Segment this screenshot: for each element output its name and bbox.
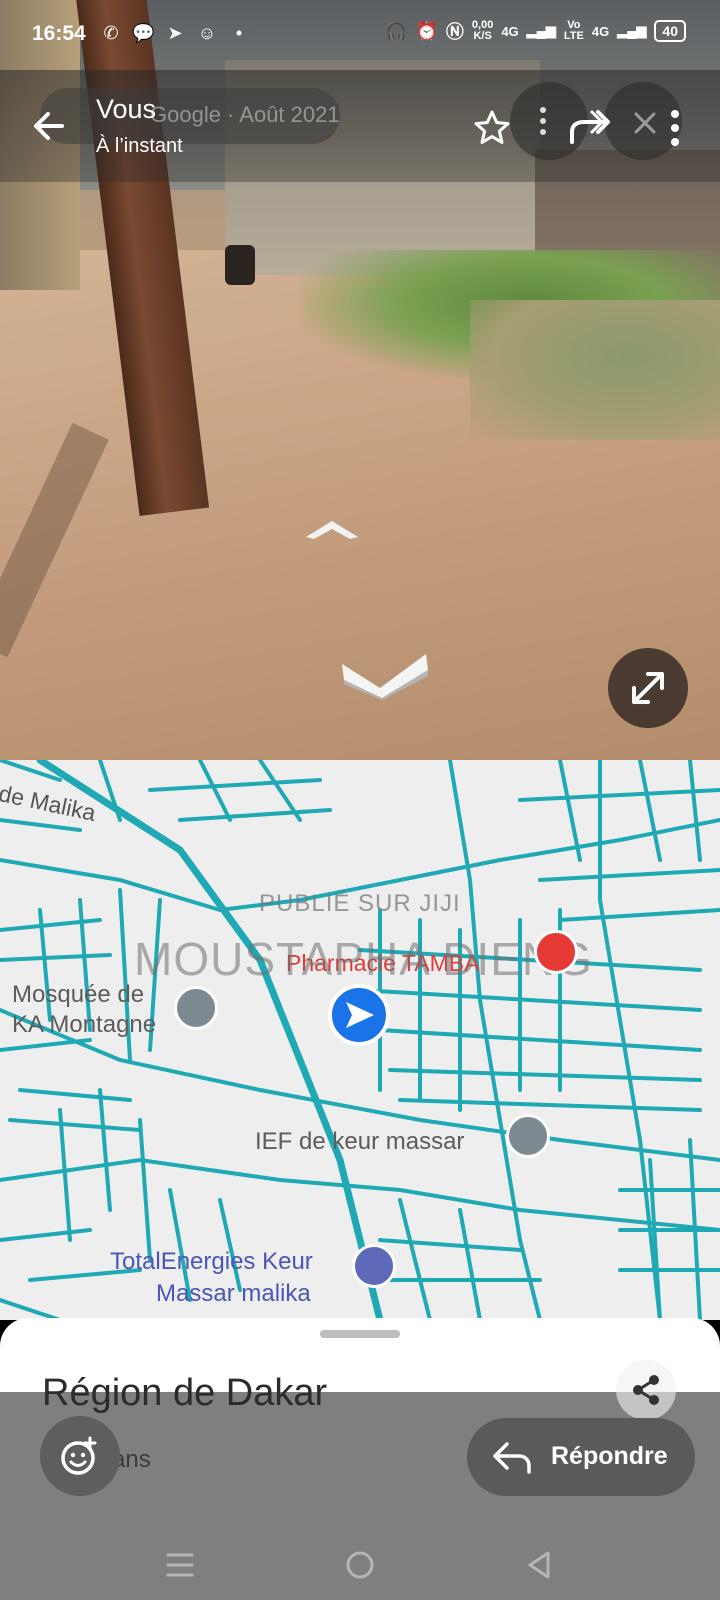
network-4g-2: 4G [591, 23, 610, 39]
watermark-name: MOUSTAPHA DIENG [134, 933, 593, 985]
volte: Vo LTE [563, 19, 584, 42]
battery-indicator: 40 [654, 20, 686, 42]
fullscreen-button[interactable] [608, 648, 688, 728]
expand-icon [632, 672, 664, 704]
sheet-drag-handle[interactable] [320, 1330, 400, 1338]
star-icon[interactable] [472, 108, 512, 148]
school-pin-icon[interactable] [506, 1114, 550, 1158]
puddle [470, 300, 720, 440]
current-location-icon[interactable] [328, 984, 390, 1046]
mosque-pin-icon[interactable] [174, 986, 218, 1030]
motorcycle [225, 245, 255, 285]
fuel-pin-icon[interactable] [352, 1244, 396, 1288]
share-button[interactable] [616, 1360, 676, 1420]
status-time: 16:54 [32, 22, 86, 45]
headphones-icon: 🎧 [385, 20, 408, 41]
navigate-forward-arrow[interactable] [304, 517, 360, 541]
back-icon[interactable] [520, 1545, 560, 1585]
status-bar: 16:54 ✆ 💬 ➤ ☺ • 🎧 ⏰ Ⓝ 0,00 K/S 4G ▂▄▆ Vo… [0, 0, 720, 70]
alarm-icon: ⏰ [415, 20, 438, 41]
reply-icon [493, 1442, 531, 1474]
navigate-back-arrow[interactable] [340, 650, 430, 700]
sent-time: À l’instant [96, 135, 183, 157]
poi-ief-label[interactable]: IEF de keur massar [255, 1128, 464, 1156]
telegram-icon: ➤ [167, 23, 183, 43]
signal-icon: ▂▄▆ [526, 23, 556, 38]
place-title: Région de Dakar [42, 1372, 328, 1414]
watermark-published: PUBLIÉ SUR JIJI [259, 890, 461, 917]
back-arrow-icon[interactable] [22, 98, 78, 154]
poi-total-label[interactable]: TotalEnergies Keur Massar malika [110, 1246, 313, 1310]
network-4g-1: 4G [501, 23, 519, 39]
sender-name: Vous [96, 94, 157, 124]
pharmacy-pin-icon[interactable] [534, 930, 578, 974]
add-emoji-icon [61, 1436, 97, 1475]
nfc-icon: Ⓝ [445, 22, 464, 42]
reply-label: Répondre [551, 1442, 668, 1470]
menu-icon[interactable] [160, 1545, 200, 1585]
message-icon: 💬 [132, 23, 155, 43]
poi-mosque-label[interactable]: Mosquée de KA Montagne [12, 980, 156, 1040]
share-icon [633, 1375, 659, 1405]
map-view[interactable]: de Malika PUBLIÉ SUR JIJI Pharmacie TAMB… [0, 760, 720, 1320]
dot-icon: • [235, 23, 243, 43]
more-options-icon[interactable] [668, 108, 682, 148]
whatsapp-icon: ✆ [103, 23, 119, 43]
notification-icons: ✆ 💬 ➤ ☺ • [100, 22, 250, 44]
forward-icon[interactable] [568, 108, 614, 148]
close-icon[interactable] [630, 108, 660, 138]
imagery-date: Google · Août 2021 [150, 102, 340, 127]
signal-icon-2: ▂▄▆ [617, 23, 647, 38]
reply-button[interactable]: Répondre [467, 1418, 695, 1496]
vertical-dots-icon [540, 107, 546, 135]
snapchat-icon: ☺ [197, 23, 217, 43]
system-icons: 🎧 ⏰ Ⓝ 0,00 K/S 4G ▂▄▆ Vo LTE 4G ▂▄▆ 40 [385, 18, 686, 44]
emoji-reaction-button[interactable] [40, 1416, 120, 1496]
navigation-arrow-icon [346, 1002, 374, 1028]
home-icon[interactable] [340, 1545, 380, 1585]
data-rate: 0,00 K/S [471, 19, 494, 42]
viewer-header: Google · Août 2021 Vous À l’instant [0, 70, 720, 182]
